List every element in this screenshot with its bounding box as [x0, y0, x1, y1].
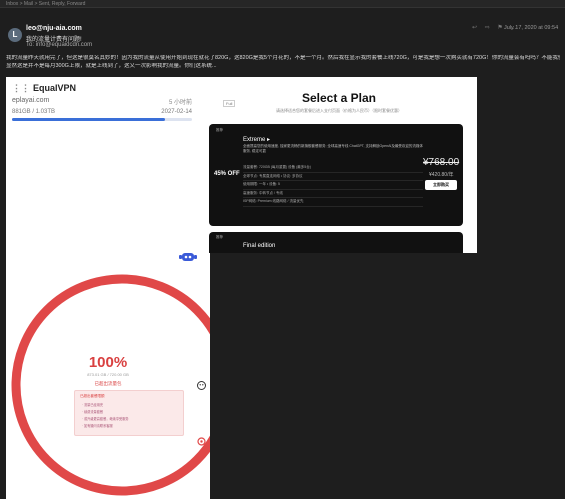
recipient-line: To: info@equaidcdn.com	[26, 42, 92, 48]
support-face-icon[interactable]	[197, 381, 206, 390]
vpn-updated: 5 小时前	[168, 100, 192, 106]
plan-feature: 高速服务: 中转节点 / 专线	[243, 190, 423, 199]
reply-icon[interactable]: ↩	[472, 25, 477, 31]
plan-badge: 推荐	[216, 235, 223, 239]
notice-line: · 或升级更高套餐，继续享受服务	[82, 417, 129, 421]
plan-feature: 流量套餐: 720GB (每月重置) 设备 (最多5台)	[243, 164, 423, 173]
mail-toolbar: Inbox > Mail > Sent, Reply, Forward	[0, 0, 565, 8]
email-header: L leo@nju-aia.com 我的流量计费有问题! To: info@eq…	[0, 10, 565, 54]
plan-selection-panel: Full Select a Plan 请选择适合您的套餐后进入支付页面（价格为人…	[201, 77, 477, 253]
plan-description: 全面提高您的使用速度, 独家更流畅的新旗舰套餐服务; 全球高速专线 ChatGP…	[243, 144, 423, 153]
plan-badge: 推荐	[216, 128, 223, 132]
notice-title: 已超出套餐限额	[80, 394, 105, 398]
plan-name: Extreme ▸	[243, 137, 271, 143]
recipient-address[interactable]: info@equaidcdn.com	[36, 42, 92, 48]
plan-feature: 使用期限: 一年 • 设备: 5	[243, 181, 423, 190]
over-limit-link[interactable]: 已超出流量包	[6, 381, 210, 387]
vpn-expiry: 2027-02-14	[161, 109, 192, 115]
usage-progress-fill	[12, 118, 165, 121]
flag-icon[interactable]: ⚑	[497, 25, 502, 31]
discount-price: ¥420.80/年	[429, 172, 454, 178]
sender-address[interactable]: leo@nju-aia.com	[26, 25, 82, 32]
vpn-usage: 881GB / 1.03TB	[12, 109, 56, 115]
sender-avatar: L	[8, 28, 22, 42]
original-price: ¥768.00	[423, 157, 460, 168]
plan-card-final[interactable]: 推荐 Final edition	[209, 232, 463, 253]
plan-title: Select a Plan	[301, 91, 377, 105]
usage-percent: 100%	[88, 354, 128, 371]
notice-line: · 续费流量套餐	[82, 410, 104, 414]
notice-line: · 流量已经用完	[82, 403, 104, 407]
chat-icon[interactable]	[197, 437, 206, 446]
drag-handle-icon: ⋮⋮	[12, 83, 30, 93]
email-body: 我的流量昨天就用完了，但这是很莫名其妙的！因为我的流量从使用开始到现在就花了82…	[6, 55, 560, 70]
attachment-usage-screenshot[interactable]: 100% 873.01 GB / 720.00 GB 已超出流量包 已超出套餐限…	[6, 253, 210, 499]
body-line: 我的流量昨天就用完了，但这是很莫名其妙的！因为我的流量从使用开始到现在就花了82…	[6, 55, 560, 61]
plan-feature: ISP网络: Premium 线路网络 / 流量优先	[243, 198, 423, 207]
vpn-name: ⋮⋮ EqualVPN	[12, 83, 77, 93]
vpn-subscription-card: ⋮⋮ EqualVPN eplayai.com 5 小时前 881GB / 1.0…	[12, 83, 192, 125]
buy-button[interactable]: 立即购买	[425, 180, 457, 190]
usage-amount: 873.01 GB / 720.00 GB	[87, 372, 129, 377]
usage-progress-bar	[12, 118, 192, 121]
plan-subtitle: 请选择适合您的套餐后进入支付页面（价格为人民币）（限时套餐优惠）	[276, 108, 402, 113]
notice-line: · 如有疑问请联系客服	[82, 424, 113, 428]
body-line: 显然这是并不是每月300G上限，就是上线到了，这又一次影响我的流量。你们这系统.…	[6, 62, 217, 69]
plan-feature: 全球节点: 专属直连网络 • 协议: 多协议	[243, 173, 423, 182]
forward-icon[interactable]: ⇨	[485, 25, 490, 31]
to-label: To:	[26, 42, 35, 48]
over-limit-notice: 已超出套餐限额 · 流量已经用完 · 续费流量套餐 · 或升级更高套餐，继续享受…	[74, 390, 184, 436]
email-date: July 17, 2020 at 09:54	[504, 25, 559, 31]
plan-features: 流量套餐: 720GB (每月重置) 设备 (最多5台) 全球节点: 专属直连网…	[243, 164, 423, 207]
robot-icon	[179, 253, 197, 261]
plan-name: Final edition	[243, 243, 276, 249]
discount-label: 45% OFF	[214, 171, 240, 177]
plan-card-extreme[interactable]: 推荐 45% OFF Extreme ▸ 全面提高您的使用速度, 独家更流畅的新…	[209, 124, 463, 226]
attachment-plan-screenshot[interactable]: ⋮⋮ EqualVPN eplayai.com 5 小时前 881GB / 1.0…	[6, 77, 477, 253]
vpn-domain: eplayai.com	[12, 97, 50, 104]
